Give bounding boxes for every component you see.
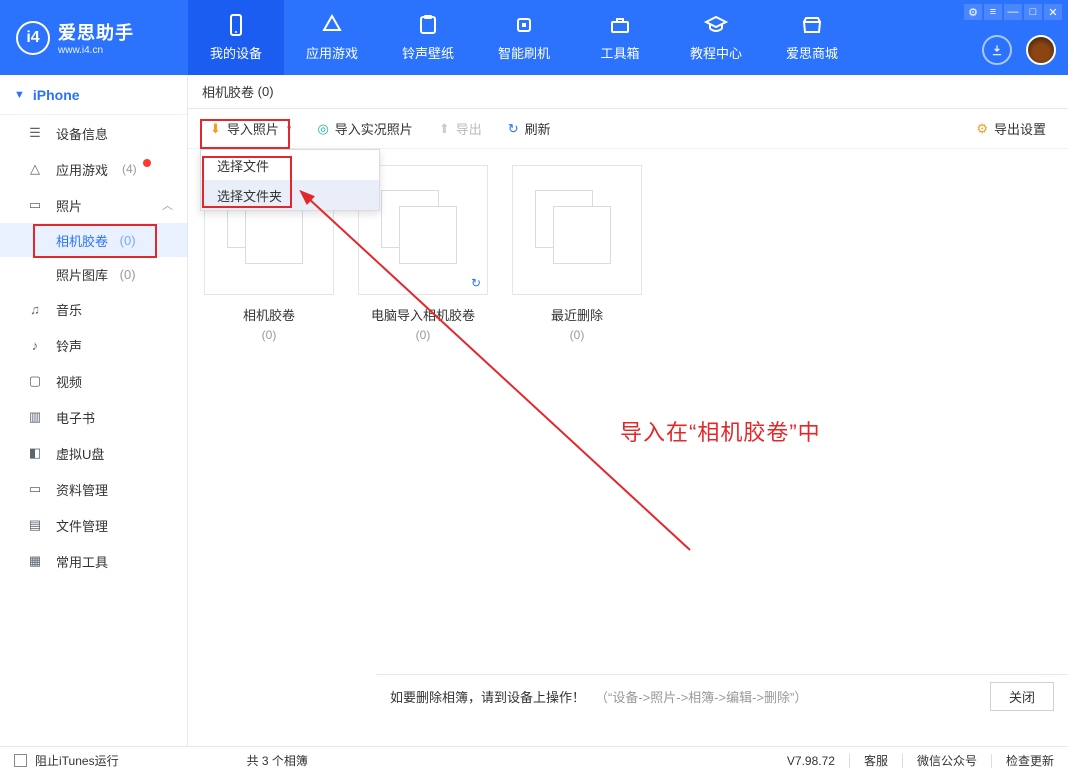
import-dropdown: 选择文件 选择文件夹 xyxy=(200,149,380,211)
nav-apps[interactable]: 应用游戏 xyxy=(284,0,380,75)
album-total: 共 3 个相簿 xyxy=(247,752,308,769)
window-controls: ⚙ ≡ — □ ✕ xyxy=(958,0,1068,24)
info-message: 如要删除相簿，请到设备上操作！ xyxy=(390,687,585,706)
download-button[interactable] xyxy=(982,35,1012,65)
link-wechat[interactable]: 微信公众号 xyxy=(917,752,977,769)
device-name: iPhone xyxy=(33,87,80,103)
sidebar-device[interactable]: ▼ iPhone xyxy=(0,75,187,115)
logo-icon: i4 xyxy=(16,21,50,55)
folder-icon: ▭ xyxy=(26,481,44,497)
close-window-button[interactable]: ✕ xyxy=(1044,4,1062,20)
info-bar: 如要删除相簿，请到设备上操作！ （“设备->照片->相簿->编辑->删除”） 关… xyxy=(376,674,1068,718)
dropdown-select-file[interactable]: 选择文件 xyxy=(201,150,379,180)
flash-icon xyxy=(512,13,536,37)
live-icon: ◎ xyxy=(317,121,328,137)
import-live-button[interactable]: ◎导入实况照片 xyxy=(307,116,422,142)
toolbar: ⬇导入照片▾ ◎导入实况照片 ⬆导出 ↻刷新 ⚙导出设置 选择文件 选择文件夹 xyxy=(188,109,1068,149)
nav-store[interactable]: 爱思商城 xyxy=(764,0,860,75)
video-icon: ▢ xyxy=(26,373,44,389)
usb-icon: ◧ xyxy=(26,445,44,461)
block-itunes-checkbox[interactable] xyxy=(14,754,27,767)
nav-my-device[interactable]: 我的设备 xyxy=(188,0,284,75)
import-photo-button[interactable]: ⬇导入照片▾ xyxy=(200,116,301,142)
nav-toolbox[interactable]: 工具箱 xyxy=(572,0,668,75)
logo-area: i4 爱思助手 www.i4.cn xyxy=(0,0,188,75)
sidebar: ▼ iPhone ☰设备信息 △应用游戏(4) ▭照片︿ 相机胶卷 (0) 照片… xyxy=(0,75,188,746)
apps-icon: △ xyxy=(26,161,44,177)
sidebar-item-udisk[interactable]: ◧虚拟U盘 xyxy=(0,435,187,471)
settings-icon[interactable]: ⚙ xyxy=(964,4,982,20)
apps-icon xyxy=(320,13,344,37)
link-check-update[interactable]: 检查更新 xyxy=(1006,752,1054,769)
sidebar-sub-camera-roll[interactable]: 相机胶卷 (0) xyxy=(0,223,187,257)
avatar[interactable] xyxy=(1026,35,1056,65)
nav-label: 应用游戏 xyxy=(306,43,358,62)
album-thumb xyxy=(512,165,642,295)
nav-flash[interactable]: 智能刷机 xyxy=(476,0,572,75)
info-icon: ☰ xyxy=(26,125,44,141)
export-settings-button[interactable]: ⚙导出设置 xyxy=(966,116,1056,142)
photo-icon: ▭ xyxy=(26,197,44,213)
chevron-down-icon: ▼ xyxy=(14,89,25,101)
import-icon: ⬇ xyxy=(210,121,221,137)
content-grid: 相机胶卷 (0) ↻ 电脑导入相机胶卷 (0) 最近删除 (0) xyxy=(188,149,1068,746)
dropdown-select-folder[interactable]: 选择文件夹 xyxy=(201,180,379,210)
toolbox-icon xyxy=(608,13,632,37)
book-icon: ▥ xyxy=(26,409,44,425)
sidebar-sub-photo-library[interactable]: 照片图库 (0) xyxy=(0,257,187,291)
close-panel-button[interactable]: 关闭 xyxy=(990,682,1054,711)
info-hint: （“设备->照片->相簿->编辑->删除”） xyxy=(595,687,807,706)
menu-icon[interactable]: ≡ xyxy=(984,4,1002,20)
export-icon: ⬆ xyxy=(439,121,450,137)
sidebar-item-photos[interactable]: ▭照片︿ xyxy=(0,187,187,223)
sidebar-item-ringtones[interactable]: ♪铃声 xyxy=(0,327,187,363)
nav-label: 智能刷机 xyxy=(498,43,550,62)
version-label: V7.98.72 xyxy=(787,754,835,768)
wallpaper-icon xyxy=(416,13,440,37)
app-title: 爱思助手 xyxy=(58,19,134,45)
refresh-button[interactable]: ↻刷新 xyxy=(498,116,561,142)
reddot-icon xyxy=(143,159,151,167)
nav-label: 教程中心 xyxy=(690,43,742,62)
link-support[interactable]: 客服 xyxy=(864,752,888,769)
files-icon: ▤ xyxy=(26,517,44,533)
nav-label: 工具箱 xyxy=(600,43,639,62)
sidebar-item-files[interactable]: ▤文件管理 xyxy=(0,507,187,543)
nav-label: 爱思商城 xyxy=(786,43,838,62)
nav-ringtones[interactable]: 铃声壁纸 xyxy=(380,0,476,75)
sidebar-item-video[interactable]: ▢视频 xyxy=(0,363,187,399)
breadcrumb: 相机胶卷 (0) xyxy=(188,75,1068,109)
sidebar-item-tools[interactable]: ▦常用工具 xyxy=(0,543,187,579)
app-header: i4 爱思助手 www.i4.cn 我的设备 应用游戏 铃声壁纸 智能刷机 工具… xyxy=(0,0,1068,75)
sidebar-item-music[interactable]: ♫音乐 xyxy=(0,291,187,327)
album-recently-deleted[interactable]: 最近删除 (0) xyxy=(512,165,642,342)
store-icon xyxy=(800,13,824,37)
sidebar-item-data[interactable]: ▭资料管理 xyxy=(0,471,187,507)
top-nav: 我的设备 应用游戏 铃声壁纸 智能刷机 工具箱 教程中心 爱思商城 xyxy=(188,0,860,75)
maximize-button[interactable]: □ xyxy=(1024,4,1042,20)
sidebar-item-apps[interactable]: △应用游戏(4) xyxy=(0,151,187,187)
sidebar-item-deviceinfo[interactable]: ☰设备信息 xyxy=(0,115,187,151)
phone-icon xyxy=(224,13,248,37)
cloud-sync-icon: ↻ xyxy=(471,276,481,290)
minimize-button[interactable]: — xyxy=(1004,4,1022,20)
block-itunes-label: 阻止iTunes运行 xyxy=(35,752,119,769)
music-icon: ♫ xyxy=(26,302,44,317)
app-domain: www.i4.cn xyxy=(58,45,134,56)
sidebar-item-ebook[interactable]: ▥电子书 xyxy=(0,399,187,435)
main-area: 相机胶卷 (0) ⬇导入照片▾ ◎导入实况照片 ⬆导出 ↻刷新 ⚙导出设置 选择… xyxy=(188,75,1068,746)
nav-label: 铃声壁纸 xyxy=(402,43,454,62)
status-bar: 阻止iTunes运行 共 3 个相簿 V7.98.72 客服 微信公众号 检查更… xyxy=(0,746,1068,774)
bell-icon: ♪ xyxy=(26,338,44,353)
export-button: ⬆导出 xyxy=(429,116,492,142)
chevron-up-icon: ︿ xyxy=(162,197,173,213)
grid-icon: ▦ xyxy=(26,553,44,569)
nav-tutorials[interactable]: 教程中心 xyxy=(668,0,764,75)
nav-label: 我的设备 xyxy=(210,43,262,62)
gear-icon: ⚙ xyxy=(976,121,988,137)
refresh-icon: ↻ xyxy=(508,121,519,137)
caret-down-icon: ▾ xyxy=(287,123,292,134)
graduation-icon xyxy=(704,13,728,37)
